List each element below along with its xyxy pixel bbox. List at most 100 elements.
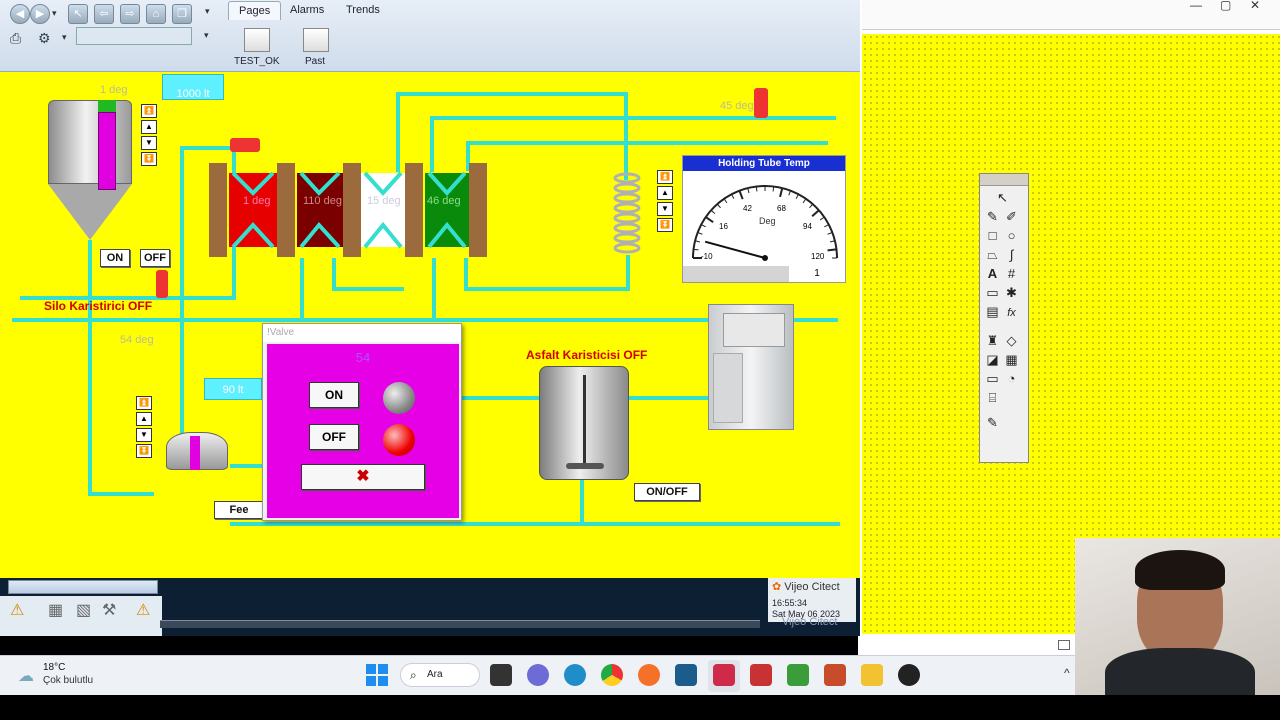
tray-chevron-icon[interactable]: ^	[1064, 666, 1070, 680]
weather-temp[interactable]: 18°C	[43, 662, 65, 673]
silo-valve-icon[interactable]	[156, 270, 168, 298]
lower-up-icon[interactable]: ▲	[136, 412, 152, 426]
genie-icon[interactable]: ♜	[983, 331, 1002, 350]
lower-down-icon[interactable]: ▼	[136, 428, 152, 442]
dialog-close-button[interactable]: ✖	[301, 464, 425, 490]
gauge-tool-icon[interactable]: ◔	[1002, 369, 1021, 388]
nav-dropdown-icon[interactable]: ▾	[52, 8, 57, 19]
close-window-button[interactable]: ✕	[1250, 0, 1260, 12]
page-past-icon[interactable]	[303, 28, 329, 52]
trend-tool-icon[interactable]: ◪	[983, 350, 1002, 369]
asphalt-onoff-button[interactable]: ON/OFF	[634, 483, 700, 501]
symbol-set-icon[interactable]: ✱	[1002, 283, 1021, 302]
palette-icon[interactable]: ✎	[983, 413, 1002, 432]
coil-fast-down-icon[interactable]: ⏬	[657, 218, 673, 232]
edge-icon[interactable]	[564, 664, 586, 686]
citect-editor-icon[interactable]	[787, 664, 809, 686]
silo-fast-down-icon[interactable]: ⏬	[141, 152, 157, 166]
dialog-off-button[interactable]: OFF	[309, 424, 359, 450]
chat-icon[interactable]	[527, 664, 549, 686]
paste-genie-icon[interactable]: ◇	[1002, 331, 1021, 350]
recorder-icon[interactable]	[898, 664, 920, 686]
toolbox-title-bar[interactable]	[980, 174, 1028, 186]
button-tool-icon[interactable]: ▭	[983, 283, 1002, 302]
silo-tank[interactable]	[48, 100, 132, 184]
image-tool-icon[interactable]: ▤	[983, 302, 1002, 321]
weather-desc[interactable]: Çok bulutlu	[43, 675, 93, 686]
alarm-summary-bar[interactable]	[8, 580, 158, 594]
address-dropdown-icon[interactable]: ▾	[204, 30, 209, 41]
lower-fast-up-icon[interactable]: ⏫	[136, 396, 152, 410]
user-login-icon[interactable]: ⚙	[38, 30, 51, 47]
weather-icon[interactable]: ☁	[18, 666, 34, 686]
print-icon[interactable]: ⎙	[10, 30, 21, 47]
alarm-silence-icon[interactable]: ⚒	[102, 600, 116, 620]
ellipse-icon[interactable]: ○	[1002, 226, 1021, 245]
citect-icon[interactable]	[713, 664, 735, 686]
number-tool-icon[interactable]: #	[1002, 264, 1021, 283]
asphalt-mixer-tank[interactable]	[539, 366, 629, 480]
citect-explorer-icon[interactable]	[750, 664, 772, 686]
feed-button[interactable]: Fee	[214, 501, 264, 519]
page-address-field[interactable]	[76, 27, 192, 45]
pipe-tool-icon[interactable]: ∫	[1002, 245, 1021, 264]
pen-icon[interactable]: ✐	[1002, 207, 1021, 226]
dialog-title[interactable]: !Valve	[263, 324, 461, 342]
lower-fast-down-icon[interactable]: ⏬	[136, 444, 152, 458]
home-icon[interactable]: ⌂	[146, 4, 166, 24]
minimize-button[interactable]: —	[1190, 0, 1202, 12]
page-past-label[interactable]: Past	[305, 56, 325, 67]
coil-fast-up-icon[interactable]: ⏫	[657, 170, 673, 184]
taskbar-search[interactable]: ⌕ Ara	[400, 663, 480, 687]
text-tool-icon[interactable]: A	[983, 264, 1002, 283]
coil-up-icon[interactable]: ▲	[657, 186, 673, 200]
app-icon-blue[interactable]	[675, 664, 697, 686]
forward-icon[interactable]: ▶	[30, 4, 50, 24]
page-test-ok-icon[interactable]	[244, 28, 270, 52]
pointer-icon[interactable]: ↖	[993, 188, 1012, 207]
resize-grip-icon[interactable]	[1058, 640, 1070, 650]
top-right-valve-icon[interactable]	[754, 88, 768, 118]
scada-toolbar: ◀ ▶ ▾ ↖ ⇦ ⇨ ⌂ ❐ ▾ ⎙ ⚙ ▾ ▾ Pages Alarms T…	[0, 0, 860, 72]
database-tool-icon[interactable]: ⌸	[983, 388, 1002, 407]
back-icon[interactable]: ◀	[10, 4, 30, 24]
tab-alarms[interactable]: Alarms	[280, 1, 334, 19]
menu-dropdown-icon[interactable]: ▾	[205, 6, 210, 17]
footer-scrollbar[interactable]	[160, 620, 760, 628]
polygon-icon[interactable]: ⏢	[983, 245, 1002, 264]
start-icon[interactable]	[366, 664, 388, 686]
silo-up-icon[interactable]: ▲	[141, 120, 157, 134]
silo-fast-up-icon[interactable]: ⏫	[141, 104, 157, 118]
next-page-icon[interactable]: ⇨	[120, 4, 140, 24]
alarm-hardware-icon[interactable]: ▦	[48, 600, 63, 620]
rectangle-icon[interactable]: □	[983, 226, 1002, 245]
firefox-icon[interactable]	[638, 664, 660, 686]
graphics-builder-icon[interactable]	[824, 664, 846, 686]
login-dropdown-icon[interactable]: ▾	[62, 32, 67, 43]
prev-page-icon[interactable]: ⇦	[94, 4, 114, 24]
table-tool-icon[interactable]: ▦	[1002, 350, 1021, 369]
up-icon[interactable]: ↖	[68, 4, 88, 24]
file-explorer-icon[interactable]	[861, 664, 883, 686]
chrome-icon[interactable]	[601, 664, 623, 686]
task-view-icon[interactable]	[490, 664, 512, 686]
alarm-disabled-icon[interactable]: ▧	[76, 600, 91, 620]
window-icon[interactable]: ❐	[172, 4, 192, 24]
alarm-ack-icon[interactable]: ⚠	[136, 600, 150, 620]
cicode-object-icon[interactable]: fx	[1002, 304, 1021, 323]
dialog-on-button[interactable]: ON	[309, 382, 359, 408]
tab-trends[interactable]: Trends	[336, 1, 390, 19]
tab-pages[interactable]: Pages	[228, 1, 282, 20]
cicode-tool-icon[interactable]: ▭	[983, 369, 1002, 388]
heat-exchanger[interactable]: 1 deg 110 deg 15 deg 46 deg	[209, 163, 487, 257]
page-test-ok-label[interactable]: TEST_OK	[234, 56, 280, 67]
silo-down-icon[interactable]: ▼	[141, 136, 157, 150]
pencil-icon[interactable]: ✎	[983, 207, 1002, 226]
homogenizer-machine[interactable]	[708, 304, 794, 430]
hx-inlet-valve-icon[interactable]	[230, 138, 260, 152]
alarm-warning-icon[interactable]: ⚠	[10, 600, 24, 620]
coil-down-icon[interactable]: ▼	[657, 202, 673, 216]
silo-off-button[interactable]: OFF	[140, 249, 170, 267]
maximize-button[interactable]: ▢	[1220, 0, 1231, 12]
silo-on-button[interactable]: ON	[100, 249, 130, 267]
